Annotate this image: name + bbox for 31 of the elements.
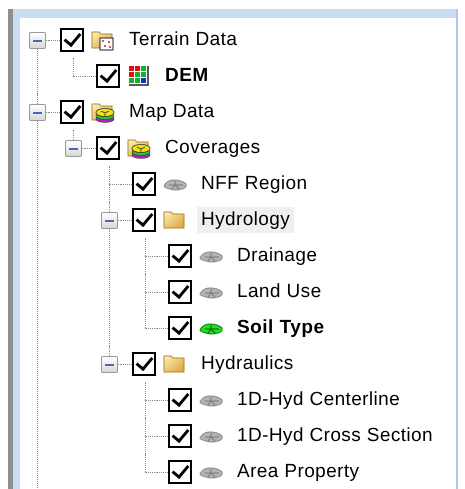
checkbox[interactable]: [168, 244, 192, 268]
checkbox[interactable]: [168, 388, 192, 412]
checkbox[interactable]: [60, 100, 84, 124]
checkbox[interactable]: [132, 208, 156, 232]
tree-item-label[interactable]: Hydraulics: [197, 351, 298, 377]
checkbox[interactable]: [168, 424, 192, 448]
tree-item-label[interactable]: Drainage: [233, 243, 322, 269]
checkbox[interactable]: [168, 280, 192, 304]
expander-button[interactable]: [101, 212, 118, 229]
expander-button[interactable]: [65, 140, 82, 157]
tree-item-label[interactable]: Soil Type: [233, 315, 329, 341]
tree-item-label[interactable]: Land Use: [233, 279, 326, 305]
tree-item-label[interactable]: Terrain Data: [125, 27, 242, 53]
checkbox[interactable]: [132, 172, 156, 196]
checkbox[interactable]: [60, 28, 84, 52]
tree-item-label[interactable]: 1D-Hyd Centerline: [233, 387, 404, 413]
checkbox[interactable]: [168, 316, 192, 340]
checkbox[interactable]: [168, 460, 192, 484]
checkbox[interactable]: [132, 352, 156, 376]
checkbox[interactable]: [96, 64, 120, 88]
expander-button[interactable]: [101, 356, 118, 373]
tree-item-label[interactable]: DEM: [161, 63, 213, 89]
tree-item-label[interactable]: NFF Region: [197, 171, 312, 197]
expander-button[interactable]: [29, 104, 46, 121]
expander-button[interactable]: [29, 32, 46, 49]
tree-item-label[interactable]: Area Property: [233, 459, 364, 485]
tree-item-label[interactable]: 1D-Hyd Cross Section: [233, 423, 437, 449]
tree-item-label[interactable]: Coverages: [161, 135, 264, 161]
tree-item-label[interactable]: Map Data: [125, 99, 219, 125]
checkbox[interactable]: [96, 136, 120, 160]
tree-item-label[interactable]: Hydrology: [197, 207, 294, 233]
